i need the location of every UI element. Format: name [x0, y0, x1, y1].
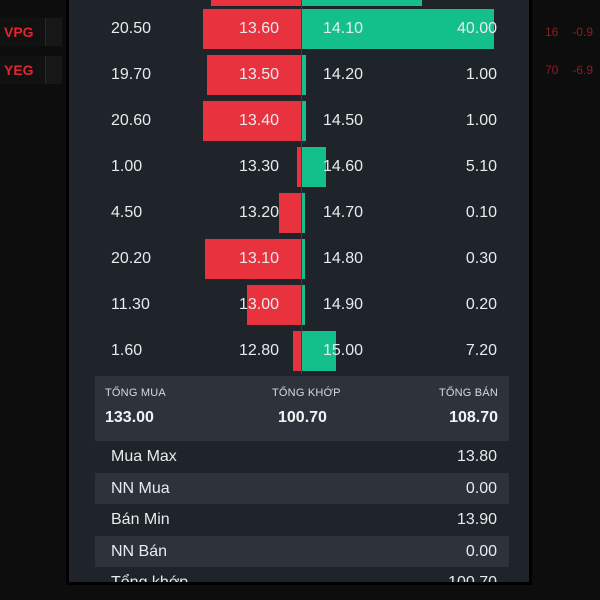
- buy-volume: 11.30: [111, 296, 150, 313]
- sell-depth-bar: [302, 55, 306, 95]
- total-matched-label: TỔNG KHỚP: [272, 387, 341, 399]
- buy-volume: 4.50: [111, 204, 143, 221]
- ticker-symbol[interactable]: VPG: [0, 18, 46, 46]
- stat-row: Bán Min 13.90: [95, 504, 509, 535]
- buy-volume: 1.60: [111, 342, 143, 359]
- buy-price: 13.20: [238, 204, 279, 221]
- buy-price: 13.40: [238, 112, 279, 129]
- stat-label: Tổng khớp: [111, 574, 189, 585]
- total-buy-value: 133.00: [105, 409, 154, 426]
- order-book-row[interactable]: 20.60 13.40 14.50 1.00: [95, 98, 509, 144]
- stat-value: 13.80: [456, 448, 497, 465]
- stat-value: 13.90: [456, 511, 497, 528]
- sell-price: 14.70: [323, 204, 364, 221]
- stat-label: NN Mua: [111, 479, 170, 497]
- buy-price: 13.30: [238, 158, 279, 175]
- buy-volume: 20.60: [111, 112, 152, 129]
- sell-volume: 5.10: [465, 158, 497, 175]
- sell-price: 15.00: [323, 342, 364, 359]
- board-row-right-values: 70 -6.9: [538, 56, 600, 84]
- stock-detail-panel: 20.50 13.60 14.10 40.00 19.70 13.50 14.20 1.00 2…: [66, 0, 532, 585]
- stat-value: 0.00: [465, 542, 497, 560]
- sell-volume: 0.30: [465, 250, 497, 267]
- buy-price: 13.60: [238, 20, 279, 37]
- buy-volume: 20.50: [111, 20, 152, 37]
- ticker-symbol[interactable]: YEG: [0, 56, 46, 84]
- sell-price: 14.90: [323, 296, 364, 313]
- sell-price: 14.60: [323, 158, 364, 175]
- sell-depth-bar: [302, 239, 305, 279]
- board-value: -0.9: [572, 25, 593, 39]
- stat-label: Bán Min: [111, 511, 170, 528]
- order-book-row[interactable]: 11.30 13.00 14.90 0.20: [95, 282, 509, 328]
- order-book-row[interactable]: 4.50 13.20 14.70 0.10: [95, 190, 509, 236]
- board-row[interactable]: VPG: [0, 18, 62, 46]
- stat-label: Mua Max: [111, 448, 177, 465]
- total-matched-value: 100.70: [278, 409, 327, 426]
- sell-price: 14.10: [323, 20, 364, 37]
- sell-volume: 0.10: [465, 204, 497, 221]
- sell-price: 14.20: [323, 66, 364, 83]
- buy-volume: 20.20: [111, 250, 152, 267]
- board-value: 70: [544, 63, 559, 77]
- sell-depth-bar: [302, 193, 305, 233]
- sell-volume: 40.00: [456, 20, 497, 37]
- sell-volume: 1.00: [465, 112, 497, 129]
- order-book-divider: [301, 0, 302, 374]
- stat-label: NN Bán: [111, 542, 168, 560]
- buy-volume: 1.00: [111, 158, 143, 175]
- board-value: 16: [544, 25, 559, 39]
- order-book-row[interactable]: 20.50 13.60 14.10 40.00: [95, 6, 509, 52]
- buy-price: 13.50: [238, 66, 279, 83]
- stat-value: 100.70: [448, 574, 497, 585]
- sell-depth-bar: [302, 101, 306, 141]
- stat-row: NN Bán 0.00: [95, 535, 509, 567]
- board-row[interactable]: YEG: [0, 56, 62, 84]
- stat-row: NN Mua 0.00: [95, 472, 509, 504]
- sell-depth-bar: [302, 285, 305, 325]
- order-book-row[interactable]: 19.70 13.50 14.20 1.00: [95, 52, 509, 98]
- stat-row: Mua Max 13.80: [95, 441, 509, 472]
- sell-price: 14.50: [323, 112, 364, 129]
- order-book-row[interactable]: 20.20 13.10 14.80 0.30: [95, 236, 509, 282]
- stat-value: 0.00: [465, 479, 497, 497]
- total-sell-label: TỔNG BÁN: [438, 387, 498, 399]
- buy-depth-bar: [293, 331, 301, 371]
- total-buy-label: TỔNG MUA: [105, 387, 166, 399]
- order-book-row[interactable]: 1.60 12.80 15.00 7.20: [95, 328, 509, 374]
- buy-price: 12.80: [238, 342, 279, 359]
- buy-price: 13.00: [238, 296, 279, 313]
- board-row-right-values: 16 -0.9: [538, 18, 600, 46]
- order-book-row[interactable]: 1.00 13.30 14.60 5.10: [95, 144, 509, 190]
- buy-price: 13.10: [238, 250, 279, 267]
- sell-volume: 7.20: [465, 342, 497, 359]
- totals-bar: TỔNG MUA 133.00 TỔNG KHỚP 100.70 TỔNG BÁ…: [95, 376, 509, 441]
- buy-volume: 19.70: [111, 66, 152, 83]
- stat-row: Tổng khớp 100.70: [95, 567, 509, 585]
- total-sell-value: 108.70: [449, 409, 498, 426]
- sell-price: 14.80: [323, 250, 364, 267]
- board-value: -6.9: [572, 63, 593, 77]
- sell-volume: 0.20: [465, 296, 497, 313]
- sell-volume: 1.00: [465, 66, 497, 83]
- buy-depth-bar: [279, 193, 301, 233]
